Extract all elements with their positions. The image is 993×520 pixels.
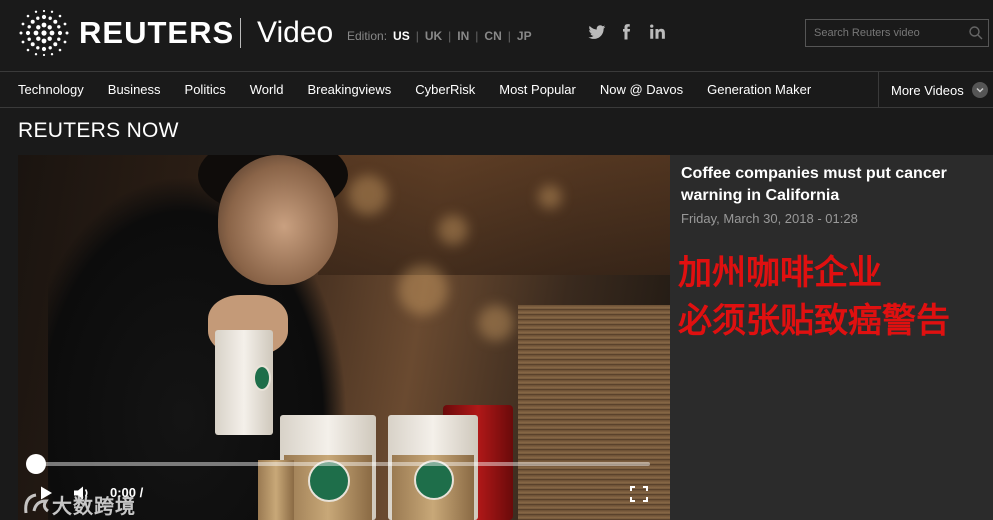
video-frame-cup-logo (414, 460, 454, 500)
video-frame-light (538, 185, 562, 209)
watermark: 大数跨境 (18, 488, 158, 520)
edition-separator: | (507, 29, 511, 43)
progress-knob[interactable] (26, 454, 46, 474)
search-box (805, 19, 989, 47)
site-header: REUTERS Video Edition: US | UK | IN | CN… (0, 0, 993, 70)
edition-cn[interactable]: CN (484, 28, 501, 44)
nav-list: Technology Business Politics World Break… (18, 72, 835, 108)
edition-separator: | (415, 29, 419, 43)
edition-jp[interactable]: JP (517, 28, 532, 44)
watermark-logo-icon (24, 493, 49, 514)
progress-bar[interactable] (26, 454, 650, 474)
twitter-icon[interactable] (587, 22, 607, 42)
video-frame-light (478, 305, 514, 341)
video-frame-background (318, 155, 670, 275)
edition-in[interactable]: IN (457, 28, 469, 44)
story-panel: Coffee companies must put cancer warning… (670, 155, 993, 520)
video-frame-cup-logo (253, 365, 271, 391)
edition-label: Edition: (347, 29, 388, 43)
video-frame-light (438, 215, 468, 245)
chevron-down-icon (971, 82, 988, 98)
section-title: REUTERS NOW (18, 119, 179, 142)
brand-name[interactable]: REUTERS (79, 14, 234, 52)
video-frame-cup-sleeve (258, 460, 294, 520)
edition-separator: | (448, 29, 452, 43)
nav-item-cyberrisk[interactable]: CyberRisk (415, 72, 475, 108)
section-name[interactable]: Video (257, 14, 333, 52)
story-title[interactable]: Coffee companies must put cancer warning… (681, 163, 981, 207)
nav-item-now-davos[interactable]: Now @ Davos (600, 72, 683, 108)
nav-item-most-popular[interactable]: Most Popular (499, 72, 576, 108)
nav-item-politics[interactable]: Politics (185, 72, 226, 108)
overlay-line-2: 必须张贴致癌警告 (678, 301, 950, 341)
story-overlay-text: 加州咖啡企业 必须张贴致癌警告 (678, 249, 993, 345)
more-videos-label: More Videos (891, 82, 964, 98)
logo-divider (240, 18, 241, 48)
search-icon[interactable] (968, 25, 984, 41)
nav-item-business[interactable]: Business (108, 72, 161, 108)
story-date: Friday, March 30, 2018 - 01:28 (681, 211, 858, 226)
nav-item-world[interactable]: World (250, 72, 284, 108)
edition-separator: | (475, 29, 479, 43)
more-videos-button[interactable]: More Videos (878, 72, 993, 108)
edition-uk[interactable]: UK (425, 28, 442, 44)
reuters-logo-icon[interactable] (17, 10, 71, 56)
video-player[interactable]: 0:00 / 大数跨境 (18, 155, 670, 520)
video-frame-cup-logo (308, 460, 350, 502)
nav-item-generation-maker[interactable]: Generation Maker (707, 72, 811, 108)
main-nav: Technology Business Politics World Break… (0, 71, 993, 108)
fullscreen-icon[interactable] (630, 486, 648, 502)
watermark-text: 大数跨境 (52, 493, 136, 518)
facebook-icon[interactable] (616, 22, 636, 42)
linkedin-icon[interactable] (647, 22, 667, 42)
search-input[interactable] (806, 20, 964, 46)
nav-item-breakingviews[interactable]: Breakingviews (307, 72, 391, 108)
video-frame-person (218, 155, 338, 285)
overlay-line-1: 加州咖啡企业 (678, 253, 882, 293)
video-frame-light (398, 265, 448, 315)
video-frame-light (348, 175, 388, 215)
nav-item-technology[interactable]: Technology (18, 72, 84, 108)
edition-us[interactable]: US (393, 28, 410, 44)
edition-selector: Edition: US | UK | IN | CN | JP (347, 28, 532, 44)
